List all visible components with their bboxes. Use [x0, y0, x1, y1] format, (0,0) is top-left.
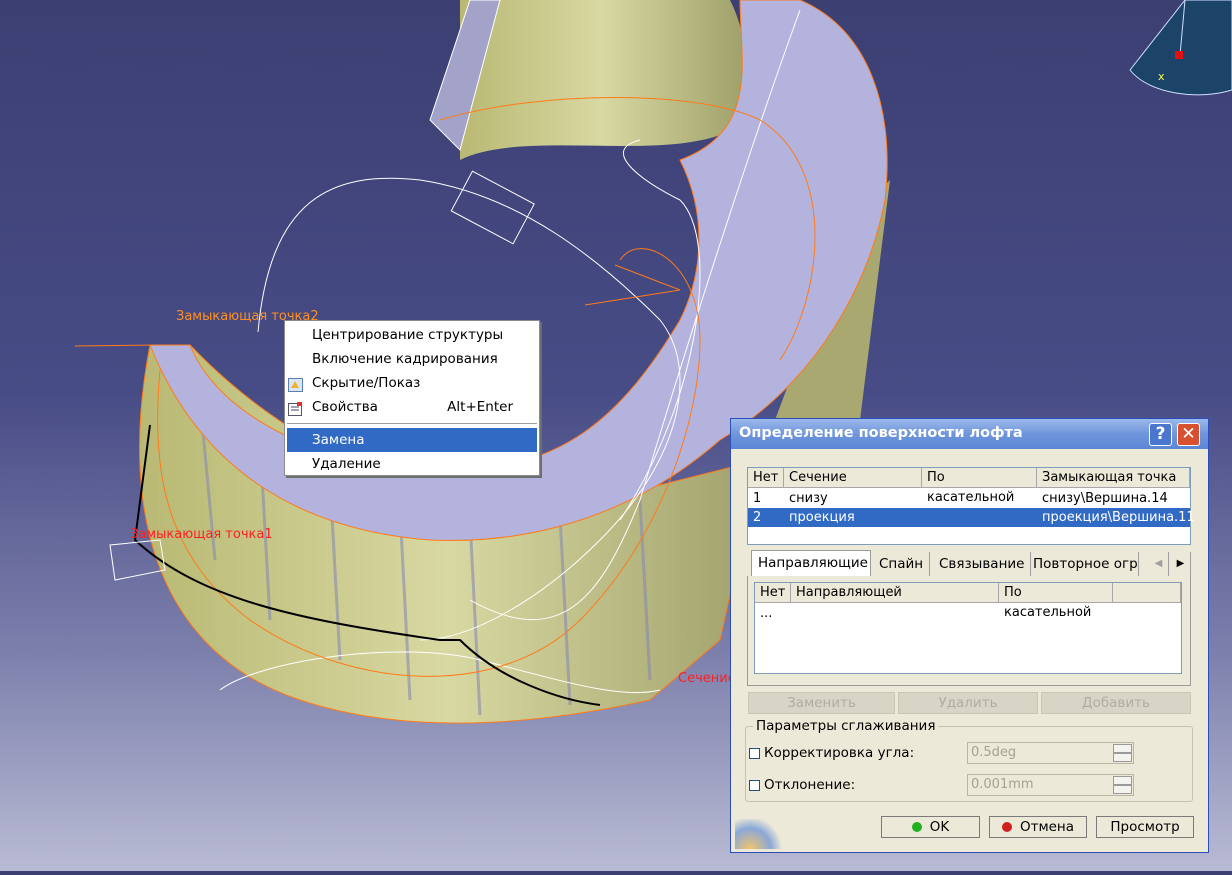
deviation-value: 0.001mm [971, 777, 1034, 792]
menu-item-center-graph[interactable]: Центрирование структуры [285, 323, 539, 347]
menu-item-label: Включение кадрирования [312, 351, 498, 367]
column-header[interactable]: Направляющей [791, 583, 999, 603]
table-row[interactable]: 1 снизу снизу\Вершина.14 [748, 489, 1190, 508]
table-row[interactable]: 2 проекция проекция\Вершина.11 [748, 508, 1195, 527]
closing-point-1-label[interactable]: Замыкающая точка1 [130, 527, 273, 542]
sections-table[interactable]: Нет Сечение По касательной Замыкающая то… [747, 467, 1195, 545]
deviation-label: Отклонение: [764, 777, 856, 793]
table-row[interactable]: ... [755, 604, 1181, 623]
cell: 1 [753, 491, 762, 506]
dialog-title: Определение поверхности лофта [739, 425, 1023, 441]
section-label[interactable]: Сечение [678, 671, 736, 686]
add-button[interactable]: Добавить [1041, 692, 1191, 714]
deviation-checkbox[interactable] [749, 780, 760, 791]
preview-button[interactable]: Просмотр [1096, 816, 1194, 838]
compass-x-label: x [1158, 70, 1165, 83]
ok-icon [911, 822, 922, 832]
context-menu: Центрирование структуры Включение кадрир… [284, 320, 540, 476]
menu-item-label: Центрирование структуры [312, 327, 504, 343]
loft-definition-dialog: Определение поверхности лофта ? ✕ Нет Се… [730, 418, 1209, 853]
tab-guides[interactable]: Направляющие [751, 550, 871, 576]
menu-item-label: Замена [312, 432, 365, 448]
dialog-title-bar[interactable]: Определение поверхности лофта ? ✕ [731, 419, 1208, 449]
cell: проекция\Вершина.11 [1042, 510, 1195, 525]
replace-button[interactable]: Заменить [748, 692, 895, 714]
tab-relimitation[interactable]: Повторное огра [1027, 552, 1139, 576]
smoothing-legend: Параметры сглаживания [753, 718, 939, 734]
menu-item-replace[interactable]: Замена [287, 428, 537, 452]
angle-correction-value: 0.5deg [971, 745, 1017, 760]
cell: снизу [789, 491, 828, 506]
menu-item-delete[interactable]: Удаление [285, 452, 539, 476]
menu-item-hide-show[interactable]: Скрытие/Показ [285, 371, 539, 395]
spin-down-icon[interactable] [1113, 785, 1132, 794]
cell: ... [760, 606, 773, 621]
column-header[interactable]: По касательной [999, 583, 1113, 620]
menu-item-label: Скрытие/Показ [312, 375, 421, 391]
spin-up-icon[interactable] [1113, 744, 1132, 753]
spin-down-icon[interactable] [1113, 753, 1132, 762]
deviation-field[interactable]: 0.001mm [967, 774, 1134, 796]
column-header[interactable]: Нет [755, 583, 791, 603]
angle-correction-field[interactable]: 0.5deg [967, 742, 1134, 764]
cancel-icon [1001, 822, 1012, 832]
ok-label: OK [929, 819, 950, 835]
hide-show-icon [288, 376, 303, 392]
tab-coupling[interactable]: Связывание [933, 552, 1032, 576]
compass-icon [1129, 0, 1232, 96]
ok-button[interactable]: OK [881, 816, 980, 838]
menu-item-label: Свойства [312, 399, 378, 415]
menu-item-label: Удаление [312, 456, 381, 472]
cell: 2 [753, 510, 762, 525]
angle-correction-label: Корректировка угла: [764, 745, 915, 761]
remove-button[interactable]: Удалить [898, 692, 1038, 714]
cell: снизу\Вершина.14 [1042, 491, 1168, 506]
guides-table[interactable]: Нет Направляющей По касательной ... [754, 582, 1182, 674]
menu-separator [287, 423, 537, 424]
catia-logo-icon [735, 819, 785, 849]
column-header[interactable]: Замыкающая точка [1037, 468, 1190, 488]
menu-item-properties[interactable]: Свойства Alt+Enter [285, 395, 539, 419]
spin-up-icon[interactable] [1113, 776, 1132, 785]
tab-spine[interactable]: Спайн [873, 552, 931, 576]
cancel-button[interactable]: Отмена [989, 816, 1087, 838]
column-header[interactable]: Сечение [784, 468, 922, 488]
tab-strip: Направляющие Спайн Связывание Повторное … [751, 550, 1191, 576]
column-header[interactable]: По касательной [922, 468, 1037, 505]
column-header[interactable]: Нет [748, 468, 784, 488]
cancel-label: Отмена [1019, 819, 1075, 835]
properties-icon [288, 400, 303, 416]
menu-item-reframe-on[interactable]: Включение кадрирования [285, 347, 539, 371]
cell: проекция [789, 510, 855, 525]
help-button[interactable]: ? [1149, 423, 1172, 446]
close-button[interactable]: ✕ [1177, 423, 1200, 446]
tab-panel: Нет Направляющей По касательной ... [747, 576, 1191, 686]
tab-scroll-right-icon[interactable]: ▶ [1171, 552, 1191, 576]
tab-scroll-left-icon[interactable]: ◀ [1149, 552, 1169, 576]
angle-correction-checkbox[interactable] [749, 748, 760, 759]
menu-item-shortcut: Alt+Enter [447, 399, 513, 415]
column-header [1113, 583, 1181, 603]
